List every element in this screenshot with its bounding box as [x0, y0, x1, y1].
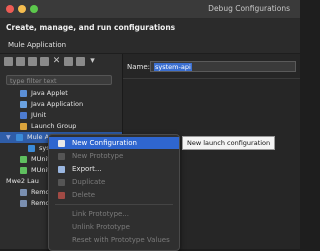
delete-icon	[58, 192, 65, 199]
new-config-icon[interactable]	[4, 57, 13, 66]
tree-item-java-application[interactable]: Java Application	[0, 99, 122, 110]
collapse-all-icon[interactable]	[64, 57, 73, 66]
new-prototype-icon[interactable]	[16, 57, 25, 66]
menu-separator	[55, 204, 173, 205]
chevron-down-icon[interactable]: ▾	[88, 57, 97, 66]
remote-icon	[20, 200, 27, 207]
title-bar: Debug Configurations	[0, 0, 300, 19]
new-prototype-icon	[58, 153, 65, 160]
configurations-toolbar: ✕ ▾	[4, 57, 97, 69]
menu-item-duplicate[interactable]: Duplicate	[49, 176, 179, 188]
tree-item-launch-group[interactable]: Launch Group	[0, 121, 122, 132]
name-label: Name:	[127, 63, 151, 71]
menu-item-new-prototype[interactable]: New Prototype	[49, 150, 179, 162]
menu-item-export[interactable]: Export...	[49, 163, 179, 175]
tree-item-java-applet[interactable]: Java Applet	[0, 88, 122, 99]
launch-group-icon	[20, 123, 27, 130]
filter-input[interactable]: type filter text	[6, 75, 112, 85]
name-field[interactable]: system-api	[150, 61, 296, 72]
menu-item-delete[interactable]: Delete	[49, 189, 179, 201]
export-icon[interactable]	[40, 57, 49, 66]
menu-item-unlink-prototype[interactable]: Unlink Prototype	[49, 221, 179, 233]
new-configuration-icon	[58, 140, 65, 147]
duplicate-icon[interactable]	[28, 57, 37, 66]
remote-icon	[20, 189, 27, 196]
junit-icon	[20, 112, 27, 119]
java-applet-icon	[20, 90, 27, 97]
maximize-window-button[interactable]	[30, 5, 38, 13]
export-icon	[58, 166, 65, 173]
munit-icon	[20, 167, 27, 174]
context-menu: New Configuration New Prototype Export..…	[48, 134, 180, 251]
header-subtitle: Mule Application	[8, 41, 67, 49]
divider	[123, 78, 300, 79]
mule-icon	[16, 134, 23, 141]
menu-item-reset-prototype[interactable]: Reset with Prototype Values	[49, 234, 179, 246]
delete-icon[interactable]: ✕	[52, 57, 61, 66]
close-window-button[interactable]	[6, 5, 14, 13]
name-value: system-api	[154, 63, 192, 71]
java-application-icon	[20, 101, 27, 108]
minimize-window-button[interactable]	[18, 5, 26, 13]
header-title: Create, manage, and run configurations	[6, 23, 176, 32]
tooltip: New launch configuration	[182, 136, 276, 150]
window-title: Debug Configurations	[208, 4, 290, 13]
filter-icon[interactable]	[76, 57, 85, 66]
mule-config-icon	[28, 145, 35, 152]
duplicate-icon	[58, 179, 65, 186]
dialog-header: Create, manage, and run configurations M…	[0, 19, 300, 53]
munit-icon	[20, 156, 27, 163]
chevron-down-icon[interactable]: ▼	[6, 132, 11, 143]
menu-item-link-prototype[interactable]: Link Prototype...	[49, 208, 179, 220]
menu-item-new-configuration[interactable]: New Configuration	[49, 137, 179, 149]
tree-item-junit[interactable]: JUnit	[0, 110, 122, 121]
